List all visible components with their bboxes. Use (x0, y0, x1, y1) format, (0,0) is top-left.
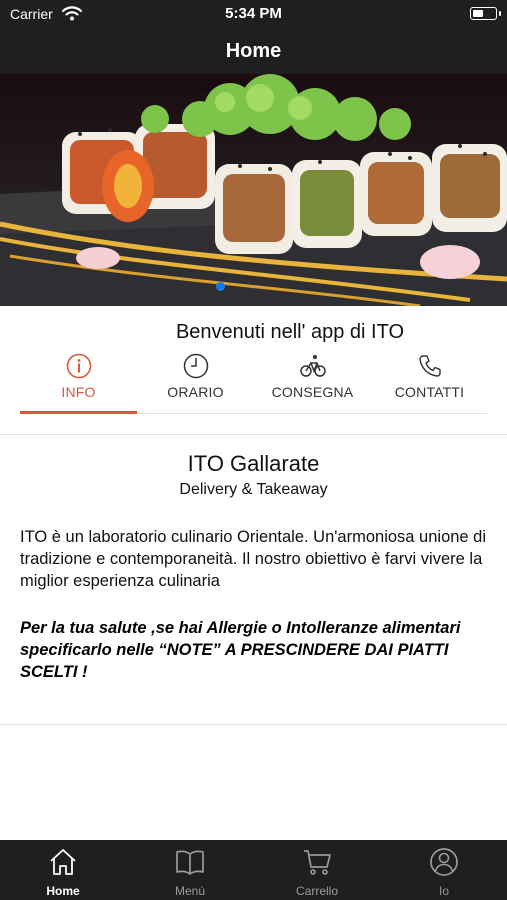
home-icon (50, 849, 76, 875)
store-subtitle: Delivery & Takeaway (179, 481, 328, 498)
tab-consegna[interactable]: CONSEGNA (254, 348, 371, 414)
tab-contatti[interactable]: CONTATTI (371, 348, 488, 414)
status-time: 5:34 PM (225, 5, 282, 22)
tab-info[interactable]: INFO (20, 348, 137, 414)
book-icon (176, 850, 204, 875)
content-divider (0, 724, 507, 725)
page-title: Home (225, 40, 282, 62)
tab-contatti-label: CONTATTI (394, 384, 465, 400)
tab-orario[interactable]: ORARIO (137, 348, 254, 414)
battery-icon (470, 7, 501, 20)
sushi-photo (0, 74, 507, 306)
info-icon (66, 353, 92, 379)
section-divider (0, 434, 507, 435)
allergy-notice: Per la tua salute ,se hai Allergie o Int… (20, 619, 461, 681)
page-indicator-dot[interactable] (216, 282, 225, 291)
tabbar-cart-label: Carrello (295, 884, 338, 898)
tab-info-label: INFO (61, 384, 96, 400)
status-bar: Carrier 5:34 PM (0, 0, 507, 28)
bicycle-icon (300, 355, 326, 377)
tabbar-home-label: Home (46, 884, 80, 898)
active-tab-indicator (20, 411, 137, 414)
tab-consegna-label: CONSEGNA (271, 384, 354, 400)
user-icon (430, 848, 458, 876)
tabbar-cart[interactable]: Carrello (254, 840, 380, 900)
tabbar-menu[interactable]: Menù (127, 840, 253, 900)
info-tabs: INFO ORARIO CONSEGNA CONTATTI (20, 348, 487, 414)
hero-image[interactable] (0, 74, 507, 306)
phone-icon (419, 355, 441, 377)
clock-icon (183, 353, 209, 379)
welcome-text: Benvenuti nell' app di ITO (175, 321, 405, 343)
store-name: ITO Gallarate (187, 451, 320, 476)
tab-orario-label: ORARIO (167, 384, 224, 400)
tabbar-profile-label: Io (438, 884, 449, 898)
cart-icon (304, 850, 331, 875)
tabbar-home[interactable]: Home (0, 840, 126, 900)
tabbar-profile[interactable]: Io (381, 840, 507, 900)
store-description: ITO è un laboratorio culinario Orientale… (20, 528, 487, 590)
bottom-tab-bar: Home Menù Carrello Io (0, 840, 507, 900)
tabbar-menu-label: Menù (174, 884, 206, 898)
navigation-bar: Home (0, 28, 507, 74)
